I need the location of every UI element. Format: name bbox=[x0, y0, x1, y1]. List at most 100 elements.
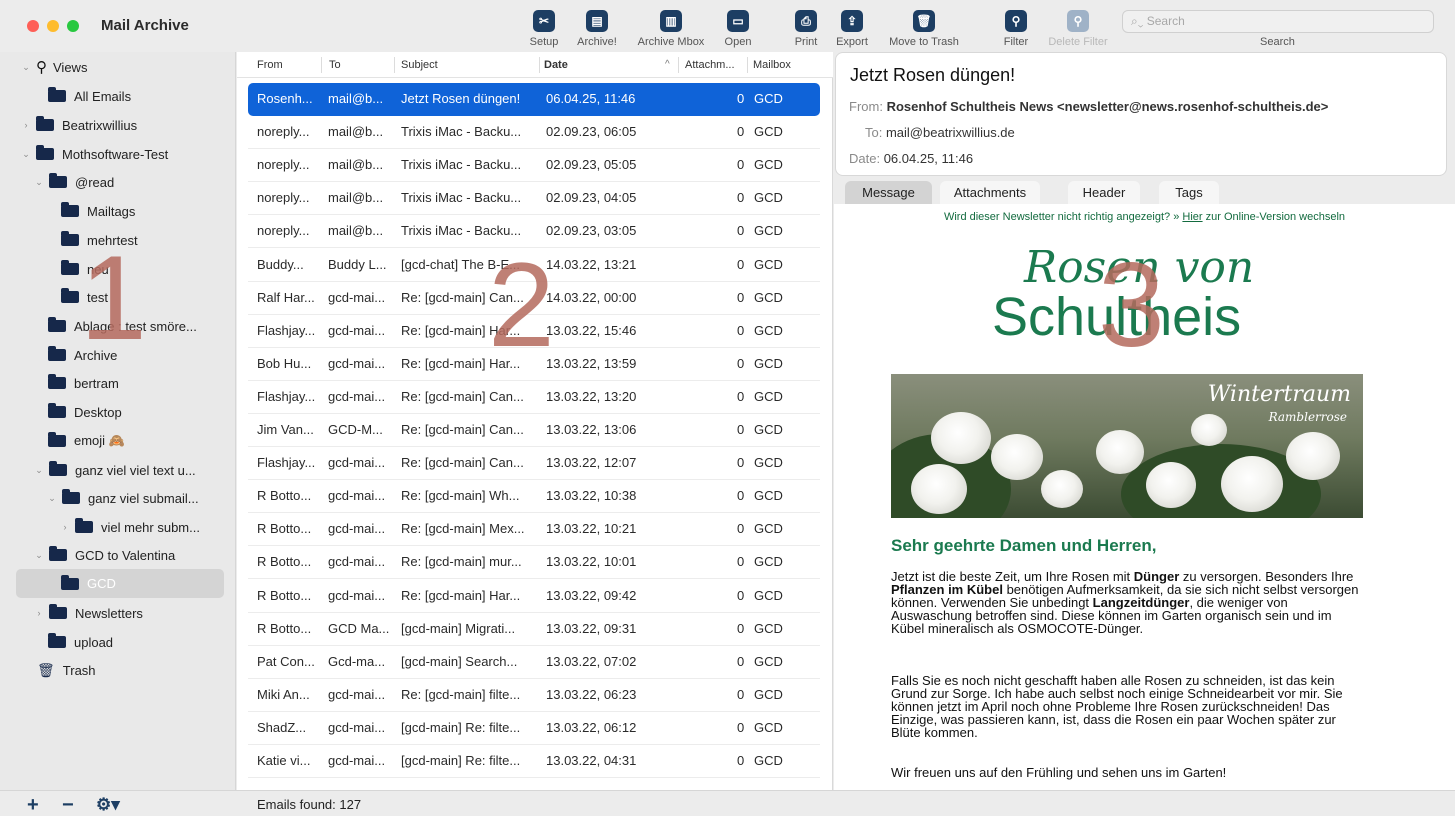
online-version-link[interactable]: Hier bbox=[1182, 211, 1202, 223]
cell-date: 02.09.23, 03:05 bbox=[546, 223, 637, 239]
minimize-window-button[interactable] bbox=[47, 20, 59, 32]
column-divider[interactable] bbox=[747, 57, 748, 73]
table-row[interactable]: Flashjay... gcd-mai... Re: [gcd-main] Can.… bbox=[248, 447, 820, 481]
sidebar-item-upload[interactable]: upload bbox=[48, 630, 113, 654]
cell-mailbox: GCD bbox=[754, 157, 783, 173]
archive-mbox-button[interactable]: ▥ Archive Mbox bbox=[632, 10, 710, 48]
column-header-mailbox[interactable]: Mailbox bbox=[753, 59, 791, 71]
sidebar-item-gcd-to-valentina[interactable]: ⌄ GCD to Valentina bbox=[33, 543, 175, 567]
zoom-window-button[interactable] bbox=[67, 20, 79, 32]
sidebar-item-trash[interactable]: 🗑 Trash bbox=[37, 658, 96, 682]
chevron-right-icon[interactable]: › bbox=[59, 522, 71, 532]
export-icon: ⇪ bbox=[841, 10, 863, 32]
table-row[interactable]: noreply... mail@b... Trixis iMac - Backu..… bbox=[248, 116, 820, 150]
search-icon: ⚲ bbox=[36, 59, 47, 76]
banner-subtitle: Ramblerrose bbox=[1268, 410, 1347, 424]
tab-tags[interactable]: Tags bbox=[1159, 181, 1219, 204]
table-row[interactable]: R Botto... gcd-mai... Re: [gcd-main] Wh...… bbox=[248, 480, 820, 514]
archive-button[interactable]: ▤ Archive! bbox=[573, 10, 621, 48]
newsletter-greeting: Sehr geehrte Damen und Herren, bbox=[891, 536, 1157, 555]
table-row[interactable]: Pat Con... Gcd-ma... [gcd-main] Search... 1… bbox=[248, 646, 820, 679]
chevron-down-icon[interactable]: ⌄ bbox=[33, 550, 45, 561]
column-divider[interactable] bbox=[394, 57, 395, 73]
cell-mailbox: GCD bbox=[754, 124, 783, 140]
table-row[interactable]: noreply... mail@b... Trixis iMac - Backu..… bbox=[248, 149, 820, 183]
sidebar-item-desktop[interactable]: Desktop bbox=[48, 400, 122, 424]
sidebar-item-viel-mehr[interactable]: › viel mehr subm... bbox=[59, 515, 200, 539]
setup-button[interactable]: ✂ Setup bbox=[526, 10, 562, 48]
sidebar-item-views[interactable]: ⌄ ⚲ Views bbox=[20, 55, 87, 79]
cell-date: 13.03.22, 13:20 bbox=[546, 388, 637, 404]
column-header-subject[interactable]: Subject bbox=[401, 59, 438, 71]
table-row[interactable]: R Botto... gcd-mai... Re: [gcd-main] Mex..… bbox=[248, 513, 820, 547]
table-row[interactable]: Jim Van... GCD-M... Re: [gcd-main] Can... 1… bbox=[248, 414, 820, 447]
sidebar-item-mailtags[interactable]: Mailtags bbox=[61, 199, 135, 223]
sidebar-item-ganz-viel[interactable]: ⌄ ganz viel viel text u... bbox=[33, 458, 196, 482]
print-button[interactable]: ⎙ Print bbox=[790, 10, 822, 48]
chevron-down-icon[interactable]: ⌄ bbox=[33, 177, 45, 188]
column-header-to[interactable]: To bbox=[329, 59, 341, 71]
from-value[interactable]: Rosenhof Schultheis News <newsletter@new… bbox=[887, 99, 1329, 114]
column-divider[interactable] bbox=[678, 57, 679, 73]
cell-date: 02.09.23, 06:05 bbox=[546, 124, 637, 140]
search-input[interactable]: ⌕⌄ Search bbox=[1122, 10, 1434, 33]
column-header-from[interactable]: From bbox=[257, 59, 283, 71]
column-header-attachments[interactable]: Attachm... bbox=[685, 59, 735, 71]
cell-subject: Re: [gcd-main] Wh... bbox=[401, 488, 520, 504]
sidebar-item-beatrixwillius[interactable]: › Beatrixwillius bbox=[20, 113, 137, 137]
add-icon[interactable]: + bbox=[27, 794, 39, 816]
paragraph-1: Jetzt ist die beste Zeit, um Ihre Rosen … bbox=[891, 569, 1359, 636]
column-header-date[interactable]: Date bbox=[544, 59, 568, 71]
table-row[interactable]: R Botto... gcd-mai... Re: [gcd-main] Har..… bbox=[248, 580, 820, 613]
chevron-right-icon[interactable]: › bbox=[20, 120, 32, 130]
sidebar-item-gcd[interactable]: GCD bbox=[16, 569, 224, 598]
folder-icon bbox=[48, 346, 66, 361]
chevron-down-icon[interactable]: ⌄ bbox=[20, 149, 32, 160]
gear-menu-icon[interactable]: ⚙▾ bbox=[96, 795, 120, 815]
cell-att: 0 bbox=[737, 355, 745, 371]
remove-icon[interactable]: − bbox=[62, 794, 74, 816]
online-version-note: Wird dieser Newsletter nicht richtig ang… bbox=[943, 211, 1346, 223]
folder-icon bbox=[48, 403, 66, 418]
folder-icon bbox=[48, 317, 66, 332]
to-value[interactable]: mail@beatrixwillius.de bbox=[886, 125, 1015, 140]
sort-ascending-icon[interactable]: ^ bbox=[665, 59, 670, 70]
sidebar-item-read[interactable]: ⌄ @read bbox=[33, 170, 114, 194]
tab-attachments[interactable]: Attachments bbox=[940, 181, 1040, 204]
column-divider[interactable] bbox=[321, 57, 322, 73]
chevron-right-icon[interactable]: › bbox=[33, 608, 45, 618]
table-row[interactable]: Katie vi... gcd-mai... [gcd-main] Re: filt… bbox=[248, 745, 820, 778]
close-window-button[interactable] bbox=[27, 20, 39, 32]
cell-to: gcd-mai... bbox=[328, 388, 386, 404]
date-value: 06.04.25, 11:46 bbox=[883, 151, 974, 166]
sidebar-item-newsletters[interactable]: › Newsletters bbox=[33, 601, 143, 625]
sidebar-item-bertram[interactable]: bertram bbox=[48, 371, 119, 395]
filter-icon: ⚲ bbox=[1005, 10, 1027, 32]
cell-subject: Trixis iMac - Backu... bbox=[401, 124, 522, 140]
table-row[interactable]: Rosenh... mail@b... Jetzt Rosen düngen! 06.… bbox=[248, 83, 820, 116]
sidebar-item-all-emails[interactable]: All Emails bbox=[48, 84, 131, 108]
filter-button[interactable]: ⚲ Filter bbox=[999, 10, 1033, 48]
export-button[interactable]: ⇪ Export bbox=[832, 10, 872, 48]
chevron-down-icon[interactable]: ⌄ bbox=[33, 465, 45, 476]
column-divider[interactable] bbox=[539, 57, 540, 73]
sidebar-item-ganz-viel-submail[interactable]: ⌄ ganz viel submail... bbox=[46, 486, 199, 510]
table-row[interactable]: R Botto... gcd-mai... Re: [gcd-main] mur..… bbox=[248, 546, 820, 580]
table-row[interactable]: ShadZ... gcd-mai... [gcd-main] Re: filte..… bbox=[248, 712, 820, 745]
cell-mailbox: GCD bbox=[754, 322, 783, 338]
table-row[interactable]: R Botto... GCD Ma... [gcd-main] Migrati...… bbox=[248, 613, 820, 646]
table-row[interactable]: Miki An... gcd-mai... Re: [gcd-main] filte… bbox=[248, 679, 820, 712]
chevron-down-icon[interactable]: ⌄ bbox=[20, 62, 32, 73]
sidebar-item-mothsoftware-test[interactable]: ⌄ Mothsoftware-Test bbox=[20, 142, 168, 166]
tab-message[interactable]: Message bbox=[845, 181, 932, 204]
table-row[interactable]: noreply... mail@b... Trixis iMac - Backu..… bbox=[248, 182, 820, 216]
cell-from: R Botto... bbox=[257, 620, 312, 636]
open-button[interactable]: ▭ Open bbox=[721, 10, 755, 48]
delete-filter-button[interactable]: ⚲ Delete Filter bbox=[1042, 10, 1114, 48]
tab-header[interactable]: Header bbox=[1068, 181, 1140, 204]
move-to-trash-button[interactable]: 🗑 Move to Trash bbox=[883, 10, 965, 48]
table-row[interactable]: Flashjay... gcd-mai... Re: [gcd-main] Can.… bbox=[248, 381, 820, 414]
folder-icon bbox=[36, 116, 54, 131]
sidebar-item-emoji[interactable]: emoji 🙈 bbox=[48, 429, 125, 453]
chevron-down-icon[interactable]: ⌄ bbox=[46, 493, 58, 504]
